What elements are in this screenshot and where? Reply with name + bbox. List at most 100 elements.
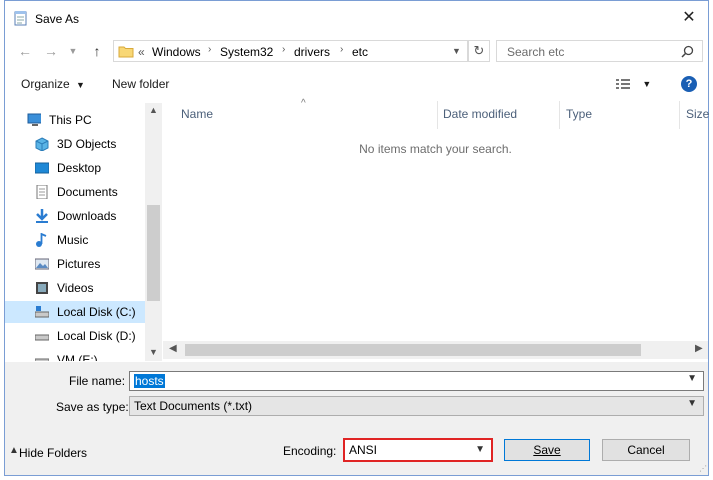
sidebar-item-label: This PC [49, 113, 92, 127]
address-dropdown-icon[interactable]: ▼ [452, 46, 461, 56]
save-as-type-value: Text Documents (*.txt) [134, 399, 253, 413]
resize-grip-icon[interactable]: ⋰ [699, 464, 707, 473]
column-header-date-modified[interactable]: Date modified [443, 107, 517, 121]
close-icon: ✕ [682, 9, 696, 26]
local-disk-icon [35, 334, 49, 341]
file-name-field[interactable]: hosts ▼ [129, 371, 704, 391]
desktop-icon [35, 162, 49, 174]
breadcrumb-etc[interactable]: etc [352, 45, 368, 59]
file-name-label: File name: [69, 374, 126, 388]
3d-objects-icon [35, 137, 49, 151]
sidebar-item-music[interactable]: Music [5, 229, 145, 251]
refresh-button[interactable]: ↻ [468, 40, 490, 62]
hide-folders-button[interactable]: Hide Folders [19, 446, 87, 460]
column-divider[interactable] [437, 101, 438, 129]
window-title: Save As [35, 12, 80, 26]
sidebar-item-3d-objects[interactable]: 3D Objects [5, 133, 145, 155]
this-pc-icon [27, 113, 41, 126]
sidebar-item-downloads[interactable]: Downloads [5, 205, 145, 227]
breadcrumb-drivers[interactable]: drivers [294, 45, 330, 59]
help-icon: ? [685, 78, 693, 90]
save-as-type-select[interactable]: Text Documents (*.txt) ▼ [129, 396, 704, 416]
documents-icon [36, 185, 48, 199]
chevron-right-icon[interactable]: › [340, 44, 343, 55]
column-header-size[interactable]: Size [686, 107, 709, 121]
sidebar-item-this-pc[interactable]: This PC [5, 109, 145, 131]
sidebar-item-local-disk-c[interactable]: Local Disk (C:) [5, 301, 145, 323]
close-button[interactable]: ✕ [678, 7, 700, 29]
nav-pane-scrollbar[interactable]: ▲ ▼ [145, 103, 162, 361]
encoding-select[interactable]: ANSI ▼ [343, 438, 493, 462]
sidebar-item-label: Music [57, 233, 89, 247]
arrow-left-icon: ← [18, 43, 32, 59]
up-button[interactable]: ↑ [87, 41, 107, 61]
back-button[interactable]: ← [15, 41, 35, 61]
breadcrumb-windows[interactable]: Windows [152, 45, 201, 59]
chevron-up-icon[interactable]: ▲ [149, 105, 158, 115]
sidebar-item-label: Local Disk (C:) [57, 305, 136, 319]
drive-icon [35, 358, 49, 361]
save-as-type-label: Save as type: [56, 400, 129, 414]
chevron-right-icon[interactable]: › [208, 44, 211, 55]
cancel-button[interactable]: Cancel [602, 439, 690, 461]
folder-icon [118, 46, 134, 58]
view-details-icon [616, 78, 630, 89]
downloads-icon [36, 209, 48, 223]
chevron-down-icon[interactable]: ▼ [149, 347, 158, 357]
encoding-value: ANSI [349, 443, 378, 457]
chevron-down-icon[interactable]: ▼ [687, 373, 697, 384]
scrollbar-thumb[interactable] [185, 344, 641, 356]
chevron-down-icon: ▼ [642, 79, 652, 89]
address-overflow[interactable]: « [138, 45, 145, 59]
sidebar-item-label: Documents [57, 185, 118, 199]
change-view-button[interactable]: ▼ [615, 76, 651, 91]
save-as-dialog: Save As ✕ ← → ▼ ↑ « Windows › System32 ›… [4, 0, 709, 476]
organize-button[interactable]: Organize ▼ [21, 77, 85, 91]
search-box[interactable] [496, 40, 703, 62]
save-form: File name: hosts ▼ Save as type: Text Do… [5, 362, 708, 475]
help-button[interactable]: ? [681, 76, 697, 92]
column-header-name[interactable]: Name [181, 107, 213, 121]
save-button[interactable]: Save [504, 439, 590, 461]
chevron-down-icon: ▼ [76, 80, 85, 90]
sidebar-item-label: Desktop [57, 161, 102, 175]
file-list: ^ Name Date modified Type Size No items … [163, 98, 709, 361]
sidebar-item-label: Pictures [57, 257, 101, 271]
scrollbar-thumb[interactable] [147, 205, 160, 301]
search-icon[interactable] [681, 45, 694, 58]
new-folder-button[interactable]: New folder [112, 77, 169, 91]
forward-button[interactable]: → [41, 41, 61, 61]
sort-indicator-icon: ^ [301, 98, 306, 109]
chevron-down-icon: ▼ [68, 46, 78, 56]
column-divider[interactable] [559, 101, 560, 129]
chevron-left-icon[interactable]: ◀ [169, 343, 177, 354]
recent-locations-button[interactable]: ▼ [63, 41, 83, 61]
chevron-up-icon[interactable]: ▲ [9, 445, 19, 456]
file-name-value[interactable]: hosts [134, 374, 165, 388]
file-list-hscrollbar[interactable]: ◀ ▶ [163, 341, 708, 359]
search-input[interactable] [505, 44, 679, 60]
sidebar-item-label: 3D Objects [57, 137, 117, 151]
chevron-down-icon: ▼ [687, 398, 697, 409]
sidebar-item-pictures[interactable]: Pictures [5, 253, 145, 275]
sidebar-item-vm-e[interactable]: VM (E:) [5, 349, 145, 361]
address-bar[interactable]: « Windows › System32 › drivers › etc ▼ [113, 40, 468, 62]
sidebar-item-documents[interactable]: Documents [5, 181, 145, 203]
column-divider[interactable] [679, 101, 680, 129]
sidebar-item-videos[interactable]: Videos [5, 277, 145, 299]
save-button-label: Save [533, 443, 561, 457]
sidebar-item-local-disk-d[interactable]: Local Disk (D:) [5, 325, 145, 347]
videos-icon [36, 282, 48, 294]
encoding-label: Encoding: [283, 444, 337, 458]
sidebar-item-label: Videos [57, 281, 94, 295]
navigation-pane: This PC 3D Objects Desktop Documents Dow… [5, 103, 162, 361]
column-header-type[interactable]: Type [566, 107, 592, 121]
sidebar-item-label: Downloads [57, 209, 117, 223]
organize-label: Organize [21, 77, 70, 91]
sidebar-item-label: Local Disk (D:) [57, 329, 136, 343]
chevron-right-icon[interactable]: ▶ [695, 343, 703, 354]
chevron-right-icon[interactable]: › [282, 44, 285, 55]
sidebar-item-label: VM (E:) [57, 353, 98, 361]
sidebar-item-desktop[interactable]: Desktop [5, 157, 145, 179]
breadcrumb-system32[interactable]: System32 [220, 45, 273, 59]
